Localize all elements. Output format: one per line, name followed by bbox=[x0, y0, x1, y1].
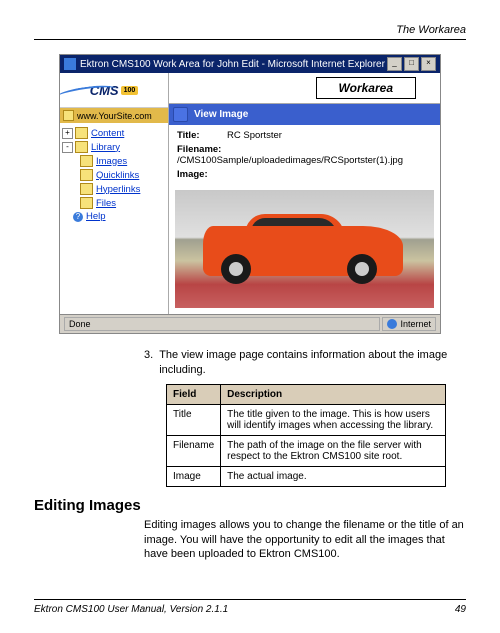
detail-value-title: RC Sportster bbox=[227, 130, 282, 141]
tree-link[interactable]: Help bbox=[86, 211, 106, 222]
titlebar: Ektron CMS100 Work Area for John Edit - … bbox=[60, 55, 440, 73]
minimize-button[interactable]: _ bbox=[387, 57, 402, 71]
tree-link[interactable]: Content bbox=[91, 128, 124, 139]
hub-icon bbox=[355, 262, 369, 276]
section-body: Editing images allows you to change the … bbox=[144, 518, 466, 563]
site-label: www.YourSite.com bbox=[77, 111, 152, 121]
tree-item-help[interactable]: ?Help bbox=[62, 210, 166, 223]
tree-item-hyperlinks[interactable]: Hyperlinks bbox=[62, 182, 166, 196]
table-row: ImageThe actual image. bbox=[167, 466, 446, 486]
tree-item-library[interactable]: - Library bbox=[62, 140, 166, 154]
status-zone: Internet bbox=[382, 317, 436, 331]
workarea-title: Workarea bbox=[316, 77, 416, 99]
folder-icon bbox=[80, 169, 93, 181]
tree-link[interactable]: Files bbox=[96, 198, 116, 209]
tree-item-content[interactable]: + Content bbox=[62, 126, 166, 140]
browser-screenshot: Ektron CMS100 Work Area for John Edit - … bbox=[59, 54, 441, 334]
table-header-description: Description bbox=[221, 384, 446, 404]
detail-label-image: Image: bbox=[177, 169, 227, 180]
step-3: 3. The view image page contains informat… bbox=[144, 348, 466, 378]
site-label-bar: www.YourSite.com bbox=[60, 108, 168, 123]
header-rule bbox=[34, 39, 466, 40]
detail-value-filename: /CMS100Sample/uploadedimages/RCSportster… bbox=[177, 155, 403, 166]
footer-left: Ektron CMS100 User Manual, Version 2.1.1 bbox=[34, 604, 228, 615]
folder-icon bbox=[80, 183, 93, 195]
footer-page: 49 bbox=[455, 604, 466, 615]
tree-link[interactable]: Library bbox=[91, 142, 120, 153]
table-cell: Image bbox=[167, 466, 221, 486]
window-title: Ektron CMS100 Work Area for John Edit - … bbox=[80, 59, 385, 70]
hub-icon bbox=[229, 262, 243, 276]
logo-swoosh-icon bbox=[60, 83, 117, 103]
tree-item-files[interactable]: Files bbox=[62, 196, 166, 210]
tree-link[interactable]: Hyperlinks bbox=[96, 184, 140, 195]
close-button[interactable]: × bbox=[421, 57, 436, 71]
table-header-field: Field bbox=[167, 384, 221, 404]
detail-label-filename: Filename: bbox=[177, 144, 227, 155]
nav-tree: + Content - Library Images Quicklinks Hype… bbox=[60, 123, 168, 226]
folder-icon bbox=[75, 141, 88, 153]
ie-icon bbox=[64, 58, 76, 70]
table-cell: The title given to the image. This is ho… bbox=[221, 404, 446, 435]
step-text: The view image page contains information… bbox=[159, 348, 466, 378]
help-icon: ? bbox=[73, 212, 83, 222]
view-bar-label: View Image bbox=[194, 109, 248, 120]
site-icon bbox=[63, 110, 74, 121]
table-row: TitleThe title given to the image. This … bbox=[167, 404, 446, 435]
internet-icon bbox=[387, 319, 397, 329]
table-cell: Filename bbox=[167, 435, 221, 466]
folder-icon bbox=[80, 155, 93, 167]
maximize-button[interactable]: □ bbox=[404, 57, 419, 71]
detail-label-title: Title: bbox=[177, 130, 227, 141]
step-number: 3. bbox=[144, 348, 153, 378]
footer: Ektron CMS100 User Manual, Version 2.1.1… bbox=[34, 599, 466, 615]
tree-link[interactable]: Images bbox=[96, 156, 127, 167]
field-table: Field Description TitleThe title given t… bbox=[166, 384, 446, 487]
content-area: Workarea View Image Title:RC Sportster F… bbox=[169, 73, 440, 314]
back-button[interactable] bbox=[173, 107, 188, 122]
tree-link[interactable]: Quicklinks bbox=[96, 170, 139, 181]
tree-item-images[interactable]: Images bbox=[62, 154, 166, 168]
running-head: The Workarea bbox=[34, 24, 466, 36]
folder-icon bbox=[75, 127, 88, 139]
status-done: Done bbox=[64, 317, 380, 331]
status-bar: Done Internet bbox=[60, 314, 440, 333]
table-cell: The actual image. bbox=[221, 466, 446, 486]
view-image-bar: View Image bbox=[169, 104, 440, 125]
folder-icon bbox=[80, 197, 93, 209]
table-cell: Title bbox=[167, 404, 221, 435]
tree-item-quicklinks[interactable]: Quicklinks bbox=[62, 168, 166, 182]
expand-icon[interactable]: + bbox=[62, 128, 73, 139]
logo: CMS100 bbox=[60, 73, 168, 108]
table-cell: The path of the image on the file server… bbox=[221, 435, 446, 466]
image-preview bbox=[175, 190, 434, 308]
table-row: FilenameThe path of the image on the fil… bbox=[167, 435, 446, 466]
sidebar: CMS100 www.YourSite.com + Content - Librar… bbox=[60, 73, 169, 314]
collapse-icon[interactable]: - bbox=[62, 142, 73, 153]
logo-badge: 100 bbox=[121, 86, 139, 95]
section-heading: Editing Images bbox=[34, 497, 466, 514]
workarea-header: Workarea bbox=[169, 73, 440, 104]
image-details: Title:RC Sportster Filename:/CMS100Sampl… bbox=[169, 125, 440, 188]
